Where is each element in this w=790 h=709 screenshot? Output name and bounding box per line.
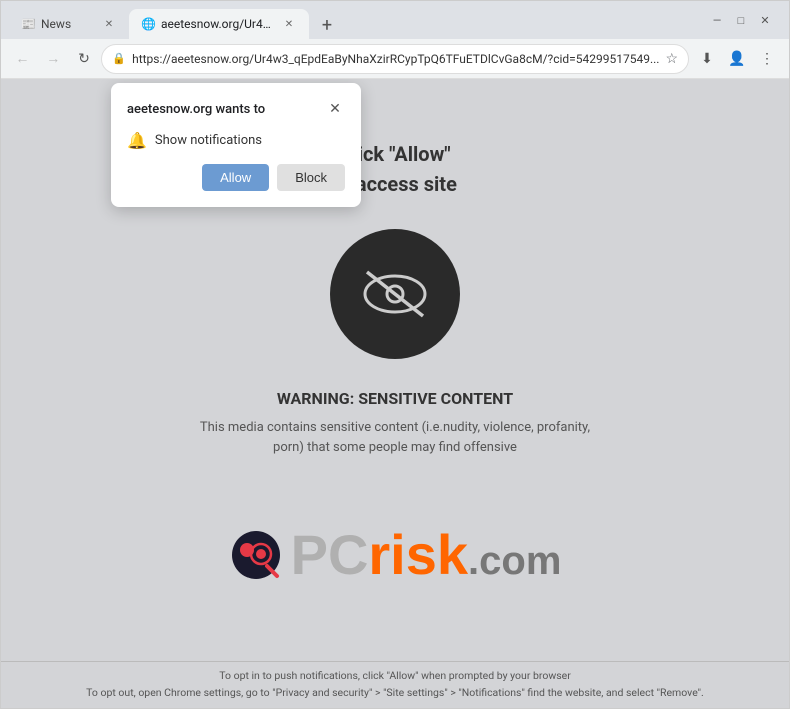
- pcrisk-logo: PC risk .com: [229, 527, 562, 583]
- eye-crossed-icon: [355, 264, 435, 324]
- close-button[interactable]: ✕: [757, 12, 773, 28]
- browser-frame: 📰 News ✕ 🌐 aeetesnow.org/Ur4w3_qEpdEa...…: [0, 0, 790, 709]
- nav-actions: ⬇ 👤 ⋮: [693, 45, 781, 73]
- page-content: aeetesnow.org wants to ✕ 🔔 Show notifica…: [1, 79, 789, 708]
- bell-icon: 🔔: [127, 131, 147, 150]
- popup-title: aeetesnow.org wants to: [127, 102, 265, 117]
- menu-button[interactable]: ⋮: [753, 45, 781, 73]
- pcrisk-pc-text: PC: [291, 527, 369, 583]
- window-controls: — □ ✕: [709, 12, 781, 28]
- warning-title: WARNING: SENSITIVE CONTENT: [277, 389, 513, 408]
- popup-close-button[interactable]: ✕: [325, 99, 345, 119]
- pcrisk-dotcom-text: .com: [468, 541, 561, 581]
- tab-aeetesnow[interactable]: 🌐 aeetesnow.org/Ur4w3_qEpdEa... ✕: [129, 9, 309, 39]
- address-security-icon: 🔒: [112, 52, 126, 65]
- address-bar[interactable]: 🔒 https://aeetesnow.org/Ur4w3_qEpdEaByNh…: [101, 44, 689, 74]
- bookmark-icon[interactable]: ☆: [665, 51, 678, 67]
- new-tab-button[interactable]: +: [313, 11, 341, 39]
- back-button[interactable]: ←: [9, 45, 36, 73]
- eye-circle: [330, 229, 460, 359]
- address-text: https://aeetesnow.org/Ur4w3_qEpdEaByNhaX…: [132, 52, 659, 66]
- forward-button[interactable]: →: [40, 45, 67, 73]
- tab-aeetesnow-favicon: 🌐: [141, 17, 155, 31]
- pcrisk-ball-icon: [229, 528, 283, 582]
- pcrisk-risk-text: risk: [368, 527, 468, 583]
- title-bar: 📰 News ✕ 🌐 aeetesnow.org/Ur4w3_qEpdEa...…: [1, 1, 789, 39]
- download-button[interactable]: ⬇: [693, 45, 721, 73]
- warning-text: This media contains sensitive content (i…: [185, 418, 605, 457]
- notification-item-text: Show notifications: [155, 133, 262, 148]
- minimize-button[interactable]: —: [709, 12, 725, 28]
- tab-bar: 📰 News ✕ 🌐 aeetesnow.org/Ur4w3_qEpdEa...…: [9, 1, 705, 39]
- profile-button[interactable]: 👤: [723, 45, 751, 73]
- popup-header: aeetesnow.org wants to ✕: [127, 99, 345, 119]
- footer-line1: To opt in to push notifications, click "…: [11, 668, 779, 685]
- tab-news-close[interactable]: ✕: [101, 16, 117, 32]
- maximize-button[interactable]: □: [733, 12, 749, 28]
- pcrisk-text-container: PC risk .com: [291, 527, 562, 583]
- tab-aeetesnow-label: aeetesnow.org/Ur4w3_qEpdEa...: [161, 17, 275, 31]
- refresh-button[interactable]: ↻: [71, 45, 98, 73]
- tab-news[interactable]: 📰 News ✕: [9, 9, 129, 39]
- footer-line2: To opt out, open Chrome settings, go to …: [11, 685, 779, 702]
- block-button[interactable]: Block: [277, 164, 345, 191]
- notification-popup: aeetesnow.org wants to ✕ 🔔 Show notifica…: [111, 83, 361, 207]
- tab-news-favicon: 📰: [21, 17, 35, 31]
- nav-bar: ← → ↻ 🔒 https://aeetesnow.org/Ur4w3_qEpd…: [1, 39, 789, 79]
- tab-aeetesnow-close[interactable]: ✕: [281, 16, 297, 32]
- page-footer: To opt in to push notifications, click "…: [1, 661, 789, 708]
- allow-button[interactable]: Allow: [202, 164, 269, 191]
- tab-news-label: News: [41, 17, 95, 31]
- popup-buttons: Allow Block: [127, 164, 345, 191]
- popup-notification-item: 🔔 Show notifications: [127, 131, 345, 150]
